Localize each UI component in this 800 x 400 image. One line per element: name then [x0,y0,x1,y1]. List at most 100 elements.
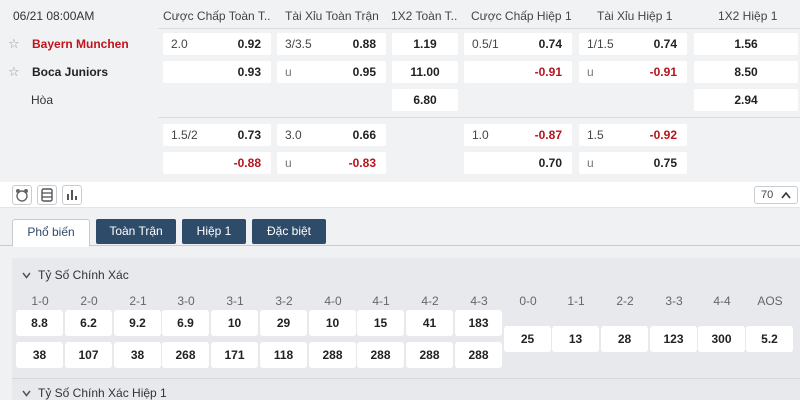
chevron-down-icon [22,271,38,282]
odds-cell[interactable]: 1.5 -0.92 [579,124,687,146]
odds-cell[interactable]: u 0.75 [579,152,687,174]
score-label: 4-4 [713,294,731,308]
col-header-ou-full: Tài Xỉu Toàn Trận [285,9,379,23]
odds-cell[interactable]: u 0.95 [277,61,386,83]
favorite-star-icon[interactable]: ☆ [8,36,24,52]
score-odds-cell[interactable]: 38 [114,342,161,368]
odds-cell[interactable]: u -0.83 [277,152,386,174]
correct-score-h1-header[interactable]: Tỷ Số Chính Xác Hiệp 1 [22,386,167,400]
odds-cell[interactable]: 1.56 [694,33,798,55]
odds-cell[interactable]: 1.5/2 0.73 [163,124,271,146]
tab-divider [0,245,800,246]
score-odds-cell[interactable]: 25 [504,326,551,352]
score-odds-cell[interactable]: 288 [309,342,356,368]
score-odds-cell[interactable]: 171 [211,342,258,368]
score-label: 4-1 [372,294,390,308]
score-label: 2-0 [80,294,98,308]
match-datetime: 06/21 08:00AM [13,9,95,23]
scoreboard-icon[interactable] [37,185,57,205]
tab-special[interactable]: Đặc biệt [252,219,326,244]
draw-label: Hòa [31,93,54,107]
col-header-handicap-full: Cược Chấp Toàn T... [163,9,271,23]
odds-cell[interactable]: 6.80 [392,89,458,111]
odds-cell[interactable]: 3/3.5 0.88 [277,33,386,55]
score-odds-cell[interactable]: 6.2 [65,310,112,336]
score-odds-cell[interactable]: 107 [65,342,112,368]
score-label: 1-1 [567,294,585,308]
odds-table: 06/21 08:00AM ☆ Bayern Munchen ☆ Boca Juni… [0,0,800,182]
score-label: 4-3 [470,294,488,308]
score-odds-cell[interactable]: 10 [211,310,258,336]
correct-score-h1-title: Tỷ Số Chính Xác Hiệp 1 [38,386,167,400]
col-header-handicap-h1: Cược Chấp Hiệp 1 [471,9,572,23]
markets-count: 70 [761,189,774,201]
score-odds-cell[interactable]: 288 [455,342,502,368]
bar-chart-icon[interactable] [62,185,82,205]
score-odds-cell[interactable]: 29 [260,310,307,336]
score-label: 2-2 [616,294,634,308]
correct-score-title: Tỷ Số Chính Xác [38,268,129,282]
odds-cell[interactable]: 0.5/1 0.74 [464,33,572,55]
odds-cell[interactable]: 11.00 [392,61,458,83]
markets-section: Phổ biến Toàn Trận Hiệp 1 Đặc biệt Tỷ Số… [0,208,800,400]
score-odds-cell[interactable]: 288 [406,342,453,368]
odds-cell[interactable]: 2.94 [694,89,798,111]
score-odds-cell[interactable]: 118 [260,342,307,368]
score-odds-cell[interactable]: 123 [650,326,697,352]
odds-cell[interactable]: 1.0 -0.87 [464,124,572,146]
score-odds-cell[interactable]: 38 [16,342,63,368]
correct-score-header[interactable]: Tỷ Số Chính Xác [22,268,129,282]
score-odds-cell[interactable]: 183 [455,310,502,336]
score-label: 3-1 [226,294,244,308]
score-label: 4-2 [421,294,439,308]
odds-cell[interactable]: 2.0 0.92 [163,33,271,55]
score-odds-cell[interactable]: 10 [309,310,356,336]
score-label: 2-1 [129,294,147,308]
odds-cell[interactable]: 0.70 [464,152,572,174]
score-label: 3-0 [177,294,195,308]
tab-full-match[interactable]: Toàn Trận [96,219,176,244]
odds-cell[interactable]: -0.91 [464,61,572,83]
away-team-row: ☆ Boca Juniors [8,64,108,80]
home-team-name: Bayern Munchen [32,37,129,51]
score-odds-cell[interactable]: 6.9 [162,310,209,336]
score-label: 4-0 [324,294,342,308]
odds-cell[interactable]: 1.19 [392,33,458,55]
score-odds-cell[interactable]: 15 [357,310,404,336]
score-odds-cell[interactable]: 5.2 [746,326,793,352]
col-header-ou-h1: Tài Xỉu Hiệp 1 [597,9,673,23]
odds-cell[interactable]: 8.50 [694,61,798,83]
divider [158,28,800,29]
score-odds-cell[interactable]: 41 [406,310,453,336]
away-team-name: Boca Juniors [32,65,109,79]
odds-cell[interactable]: 1/1.5 0.74 [579,33,687,55]
match-info: 06/21 08:00AM ☆ Bayern Munchen ☆ Boca Juni… [0,0,158,182]
match-toolbar: 70 [0,182,800,208]
score-label: 0-0 [519,294,537,308]
score-odds-cell[interactable]: 300 [698,326,745,352]
odds-cell[interactable]: -0.88 [163,152,271,174]
correct-score-panel: Tỷ Số Chính Xác 1-0 2-0 2-1 3-0 3-1 3-2 4-0 4-1… [12,258,800,384]
more-markets-button[interactable]: 70 [754,186,798,204]
correct-score-h1-panel: Tỷ Số Chính Xác Hiệp 1 [12,378,800,400]
odds-cell[interactable]: 3.0 0.66 [277,124,386,146]
odds-cell[interactable]: 0.93 [163,61,271,83]
score-odds-cell[interactable]: 288 [357,342,404,368]
tab-popular[interactable]: Phổ biến [12,219,90,247]
chevron-down-icon [22,389,38,400]
score-odds-cell[interactable]: 9.2 [114,310,161,336]
score-odds-cell[interactable]: 8.8 [16,310,63,336]
score-odds-cell[interactable]: 268 [162,342,209,368]
tab-first-half[interactable]: Hiệp 1 [182,219,246,244]
score-odds-cell[interactable]: 28 [601,326,648,352]
score-odds-cell[interactable]: 13 [552,326,599,352]
col-header-1x2-h1: 1X2 Hiệp 1 [718,9,778,23]
divider [158,117,800,118]
home-team-row: ☆ Bayern Munchen [8,36,129,52]
stats-bear-icon[interactable] [12,185,32,205]
score-label: 3-2 [275,294,293,308]
odds-cell[interactable]: u -0.91 [579,61,687,83]
favorite-star-icon[interactable]: ☆ [8,64,24,80]
score-label: 1-0 [31,294,49,308]
score-label: 3-3 [665,294,683,308]
